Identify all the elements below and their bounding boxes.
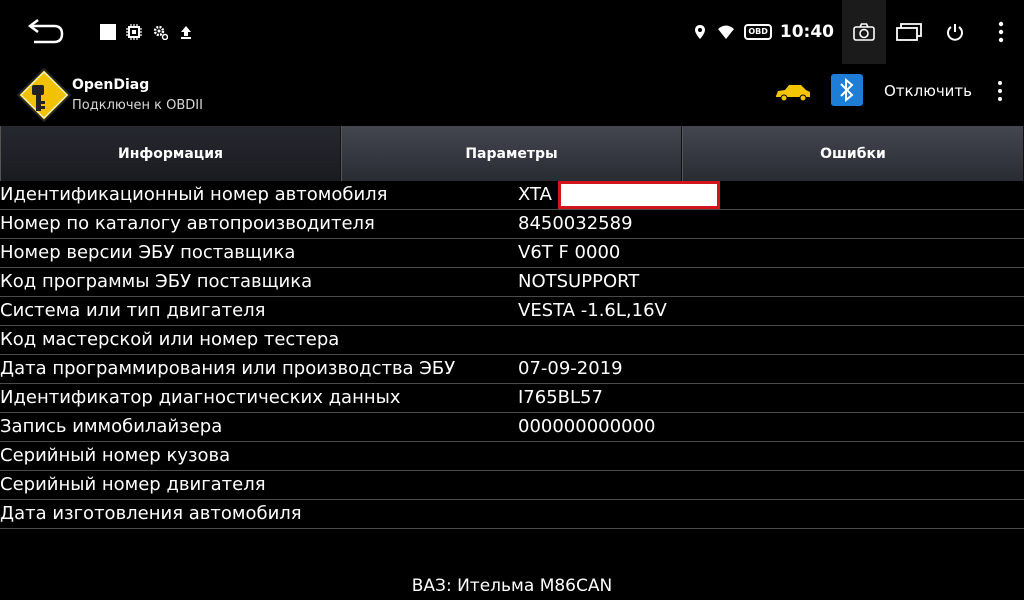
row-label: Серийный номер двигателя bbox=[0, 474, 266, 495]
camera-icon bbox=[853, 23, 875, 41]
table-row: Код мастерской или номер тестера bbox=[0, 326, 1024, 355]
table-row: Номер по каталогу автопроизводителя 8450… bbox=[0, 210, 1024, 239]
app-bar: OpenDiag Подключен к OBDII Отключить bbox=[0, 64, 1024, 126]
power-icon bbox=[947, 24, 963, 41]
app-title: OpenDiag bbox=[72, 77, 150, 93]
table-row: Идентификационный номер автомобиля XTA bbox=[0, 181, 1024, 210]
notification-square-icon bbox=[100, 24, 116, 40]
tab-parameters[interactable]: Параметры bbox=[341, 126, 682, 181]
menu-dot bbox=[998, 97, 1002, 101]
screenshot-camera-button[interactable] bbox=[842, 0, 886, 64]
status-bar: OBD 10:40 bbox=[0, 0, 1024, 64]
row-label: Система или тип двигателя bbox=[0, 300, 266, 321]
row-label: Код программы ЭБУ поставщика bbox=[0, 271, 313, 292]
status-right: OBD 10:40 bbox=[692, 0, 1024, 64]
recent-apps-icon bbox=[896, 23, 922, 41]
car-icon[interactable] bbox=[774, 82, 812, 102]
ecu-name-footer: ВАЗ: Ительма M86CAN bbox=[411, 576, 613, 596]
vehicle-info-table: Идентификационный номер автомобиля XTA Н… bbox=[0, 181, 1024, 529]
table-row: Серийный номер двигателя bbox=[0, 471, 1024, 500]
row-value: 000000000000 bbox=[518, 416, 656, 437]
row-value: I765BL57 bbox=[518, 387, 603, 408]
chip-icon bbox=[126, 24, 142, 40]
recent-apps-button[interactable] bbox=[886, 0, 932, 64]
row-value: NOTSUPPORT bbox=[518, 271, 640, 292]
status-overflow-button[interactable] bbox=[978, 0, 1024, 64]
row-label: Серийный номер кузова bbox=[0, 445, 231, 466]
power-button[interactable] bbox=[932, 0, 978, 64]
table-row: Дата изготовления автомобиля bbox=[0, 500, 1024, 529]
tab-bar: Информация Параметры Ошибки bbox=[0, 126, 1024, 181]
row-value: V6T F 0000 bbox=[518, 242, 621, 263]
location-icon bbox=[695, 25, 706, 39]
disconnect-button[interactable]: Отключить bbox=[884, 82, 972, 100]
row-value: 07-09-2019 bbox=[518, 358, 623, 379]
row-label: Номер по каталогу автопроизводителя bbox=[0, 213, 375, 234]
table-row: Система или тип двигателя VESTA -1.6L,16… bbox=[0, 297, 1024, 326]
settings-gear-icon bbox=[153, 25, 168, 40]
row-label: Код мастерской или номер тестера bbox=[0, 329, 340, 350]
table-row: Код программы ЭБУ поставщика NOTSUPPORT bbox=[0, 268, 1024, 297]
bluetooth-icon[interactable] bbox=[831, 74, 863, 106]
table-row: Дата программирования или производства Э… bbox=[0, 355, 1024, 384]
tab-information[interactable]: Информация bbox=[0, 126, 341, 181]
menu-dot bbox=[998, 81, 1002, 85]
tab-errors[interactable]: Ошибки bbox=[682, 126, 1024, 181]
obd-badge: OBD bbox=[744, 24, 772, 40]
table-row: Номер версии ЭБУ поставщика V6T F 0000 bbox=[0, 239, 1024, 268]
upload-icon bbox=[181, 26, 191, 39]
table-row: Серийный номер кузова bbox=[0, 442, 1024, 471]
row-label: Идентификационный номер автомобиля bbox=[0, 184, 388, 205]
connection-status: Подключен к OBDII bbox=[72, 98, 203, 113]
row-label: Идентификатор диагностических данных bbox=[0, 387, 401, 408]
app-menu-button[interactable] bbox=[990, 78, 1010, 104]
row-label: Номер версии ЭБУ поставщика bbox=[0, 242, 296, 263]
row-label: Дата программирования или производства Э… bbox=[0, 358, 456, 379]
menu-dot bbox=[998, 89, 1002, 93]
table-row: Идентификатор диагностических данных I76… bbox=[0, 384, 1024, 413]
app-logo-icon bbox=[16, 67, 72, 123]
row-value: XTA bbox=[518, 184, 552, 205]
table-row: Запись иммобилайзера 000000000000 bbox=[0, 413, 1024, 442]
wifi-icon bbox=[718, 25, 735, 39]
more-vertical-icon bbox=[998, 21, 1004, 43]
back-icon[interactable] bbox=[26, 18, 66, 48]
notification-icons bbox=[100, 22, 194, 42]
row-label: Дата изготовления автомобиля bbox=[0, 503, 302, 524]
redaction-box bbox=[558, 181, 720, 209]
row-value: VESTA -1.6L,16V bbox=[518, 300, 667, 321]
clock: 10:40 bbox=[779, 22, 834, 42]
row-label: Запись иммобилайзера bbox=[0, 416, 223, 437]
row-value: 8450032589 bbox=[518, 213, 633, 234]
